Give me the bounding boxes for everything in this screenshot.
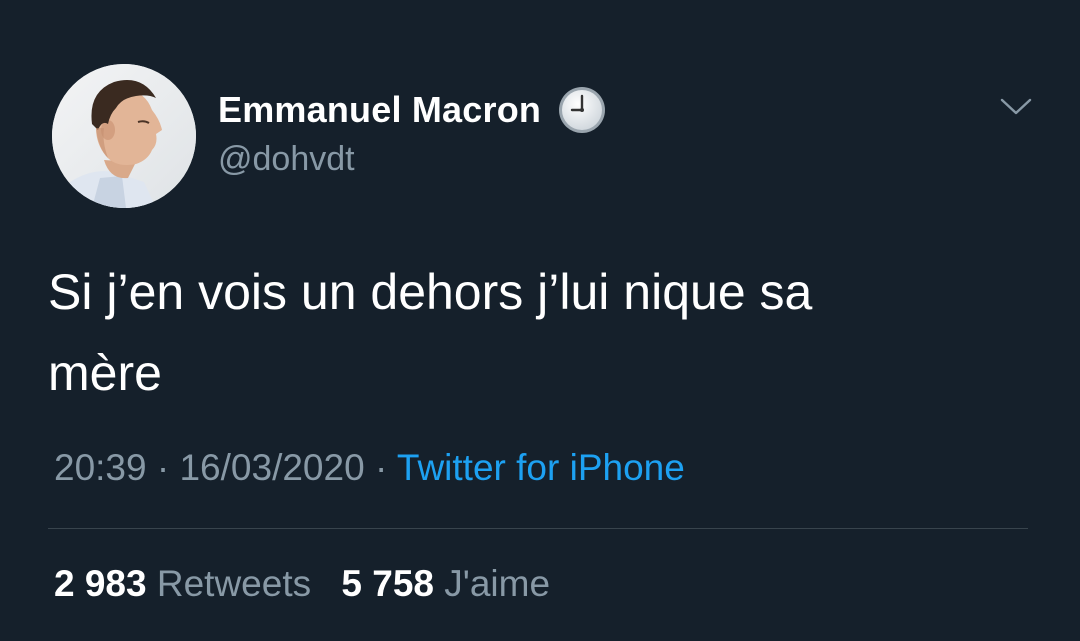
- author-handle[interactable]: @dohvdt: [218, 140, 355, 179]
- tweet-date: 16/03/2020: [179, 447, 365, 488]
- tweet-text-line-2: mère: [48, 345, 162, 401]
- tweet-stats: 2 983 Retweets 5 758 J'aime: [54, 560, 550, 608]
- avatar[interactable]: [52, 64, 196, 208]
- likes-stat[interactable]: 5 758 J'aime: [341, 560, 550, 608]
- tweet-card: Emmanuel Macron @dohvdt Si j’en vois un …: [0, 0, 1080, 641]
- avatar-photo: [52, 64, 196, 208]
- tweet-time: 20:39: [54, 447, 147, 488]
- retweets-count: 2 983: [54, 563, 147, 604]
- clock-emoji-icon: [557, 85, 607, 135]
- meta-separator: ·: [156, 447, 170, 488]
- meta-separator: ·: [374, 447, 388, 488]
- author-name-row: Emmanuel Macron: [218, 82, 607, 138]
- author-display-name[interactable]: Emmanuel Macron: [218, 89, 541, 131]
- likes-count: 5 758: [341, 563, 434, 604]
- retweets-stat[interactable]: 2 983 Retweets: [54, 560, 311, 608]
- tweet-meta: 20:39 · 16/03/2020 · Twitter for iPhone: [54, 444, 685, 492]
- chevron-down-icon[interactable]: [998, 92, 1034, 120]
- tweet-source-link[interactable]: Twitter for iPhone: [397, 447, 685, 488]
- tweet-text: Si j’en vois un dehors j’lui nique sa mèr…: [48, 252, 948, 414]
- tweet-text-line-1: Si j’en vois un dehors j’lui nique sa: [48, 264, 813, 320]
- retweets-label: Retweets: [156, 563, 312, 604]
- divider: [48, 528, 1028, 529]
- likes-label: J'aime: [444, 563, 551, 604]
